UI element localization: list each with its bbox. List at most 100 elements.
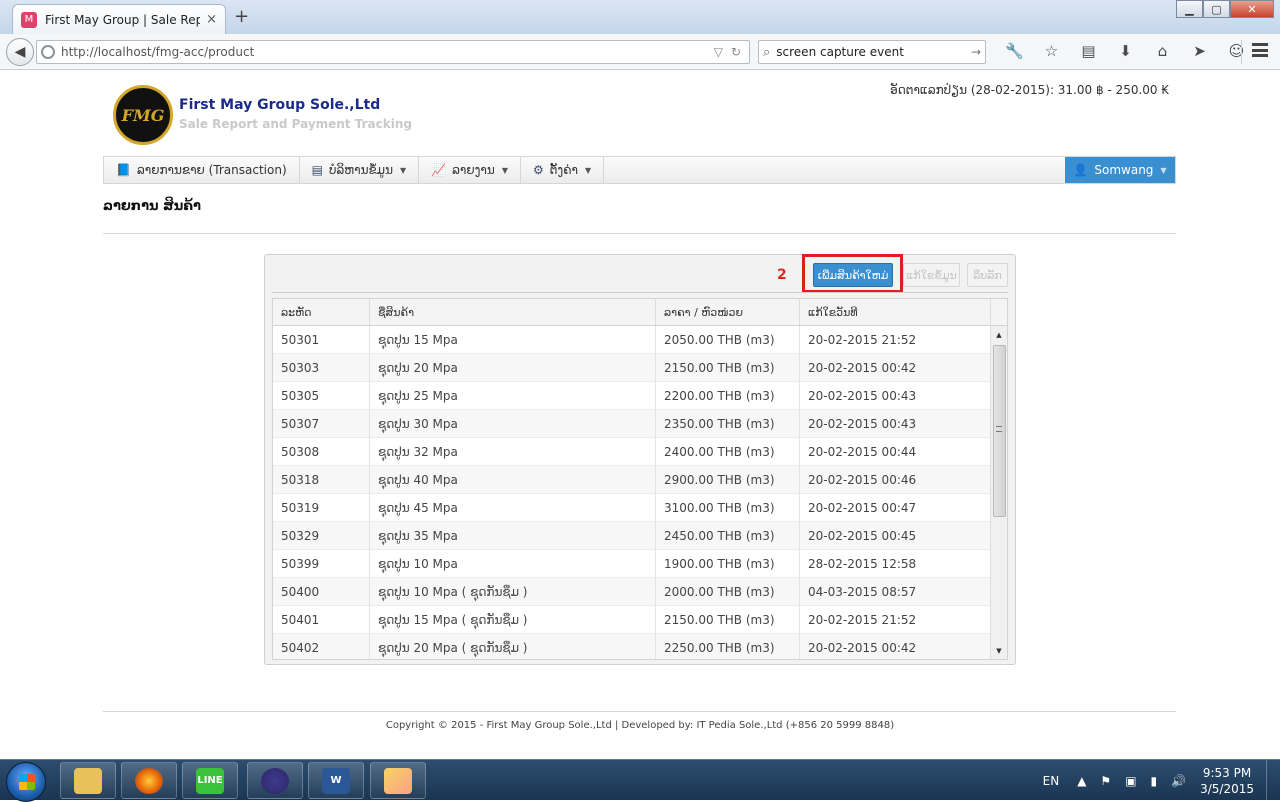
search-input[interactable]: screen capture event: [776, 45, 971, 59]
new-tab-button[interactable]: +: [234, 6, 249, 27]
scroll-up-icon[interactable]: ▲: [991, 326, 1007, 343]
scroll-down-icon[interactable]: ▼: [991, 642, 1007, 659]
table-row[interactable]: 50319 ຊຸດປູນ 45 Mpa 3100.00 THB (m3) 20-02-…: [273, 494, 991, 522]
cell-name: ຊຸດປູນ 20 Mpa ( ຊຸດກັນຊຶມ ): [370, 634, 656, 659]
taskbar-firefox[interactable]: [121, 762, 177, 799]
minimize-button[interactable]: ▁: [1176, 0, 1203, 18]
table-row[interactable]: 50307 ຊຸດປູນ 30 Mpa 2350.00 THB (m3) 20-02-…: [273, 410, 991, 438]
table-row[interactable]: 50402 ຊຸດປູນ 20 Mpa ( ຊຸດກັນຊຶມ ) 2250.00 …: [273, 634, 991, 659]
vertical-scrollbar[interactable]: ▲ ▼: [990, 326, 1007, 659]
network-warning-icon[interactable]: ⚑: [1100, 774, 1111, 788]
show-desktop-button[interactable]: [1266, 760, 1280, 801]
chart-icon: 📈: [431, 163, 447, 177]
url-bar[interactable]: http://localhost/fmg-acc/product ▽ ↻: [36, 40, 750, 64]
table-row[interactable]: 50329 ຊຸດປູນ 35 Mpa 2450.00 THB (m3) 20-02-…: [273, 522, 991, 550]
table-row[interactable]: 50400 ຊຸດປູນ 10 Mpa ( ຊຸດກັນຊຶມ ) 2000.00 …: [273, 578, 991, 606]
bookmark-star-icon[interactable]: ☆: [1033, 42, 1070, 60]
company-tagline: Sale Report and Payment Tracking: [179, 117, 412, 131]
company-name: First May Group Sole.,Ltd: [179, 97, 381, 113]
browser-tab[interactable]: M First May Group | Sale Rep... ×: [12, 4, 226, 34]
cell-code: 50307: [273, 410, 370, 437]
column-header-updated[interactable]: ແກ້ໃຂວັນທີ: [800, 299, 991, 325]
table-row[interactable]: 50305 ຊຸດປູນ 25 Mpa 2200.00 THB (m3) 20-02-…: [273, 382, 991, 410]
nav-item-data-management[interactable]: ▤ ບໍລິຫານຂໍ້ມູນ ▼: [300, 157, 420, 183]
window-controls: ▁ ▢ ✕: [1176, 0, 1274, 18]
cell-updated: 20-02-2015 00:43: [808, 388, 917, 403]
cell-code: 50308: [273, 438, 370, 465]
search-bar[interactable]: ⌕ screen capture event →: [758, 40, 986, 64]
chat-icon[interactable]: ☺: [1218, 42, 1255, 60]
maximize-button[interactable]: ▢: [1203, 0, 1230, 18]
product-table: ລະຫັດ ຊື່ສິນຄ້າ ລາຄາ / ຫົວໜ່ວຍ ແກ້ໃຂວັນທ…: [272, 298, 1008, 660]
user-menu-button[interactable]: 👤 Somwang ▼: [1065, 157, 1175, 183]
nav-label: ລາຍງານ: [452, 163, 495, 177]
start-button[interactable]: [6, 762, 46, 802]
browser-toolbar-icons: 🔧 ☆ ▤ ⬇ ⌂ ➤ ☺: [996, 42, 1255, 60]
folder-icon: [74, 767, 102, 794]
delete-product-button[interactable]: ລຶບລັກ: [967, 263, 1008, 287]
line-icon: LINE: [196, 767, 224, 794]
tray-expand-icon[interactable]: ▲: [1077, 774, 1086, 788]
taskbar-line[interactable]: LINE: [182, 762, 238, 799]
table-row[interactable]: 50401 ຊຸດປູນ 15 Mpa ( ຊຸດກັນຊຶມ ) 2150.00 …: [273, 606, 991, 634]
clock[interactable]: 9:53 PM 3/5/2015: [1200, 765, 1254, 797]
taskbar-file-explorer[interactable]: [60, 762, 116, 799]
column-header-name[interactable]: ຊື່ສິນຄ້າ: [370, 299, 656, 325]
table-row[interactable]: 50301 ຊຸດປູນ 15 Mpa 2050.00 THB (m3) 20-02-…: [273, 326, 991, 354]
cell-name: ຊຸດປູນ 10 Mpa: [370, 550, 656, 577]
tab-close-icon[interactable]: ×: [206, 12, 217, 27]
cell-code: 50319: [273, 494, 370, 521]
nav-item-transaction[interactable]: 📘 ລາຍການຂາຍ (Transaction): [104, 157, 300, 183]
bookmarks-list-icon[interactable]: ▤: [1070, 42, 1107, 60]
add-product-button[interactable]: ເພີ່ມສິນຄ້າໃຫມ່: [813, 263, 893, 287]
url-text[interactable]: http://localhost/fmg-acc/product: [61, 45, 714, 59]
close-window-button[interactable]: ✕: [1230, 0, 1274, 18]
signal-icon[interactable]: ▮: [1151, 774, 1158, 788]
browser-titlebar: M First May Group | Sale Rep... × + ▁ ▢ …: [0, 0, 1280, 34]
scroll-grip-icon: [996, 426, 1002, 432]
column-header-code[interactable]: ລະຫັດ: [273, 299, 370, 325]
language-indicator[interactable]: EN: [1043, 774, 1060, 788]
step-annotation: 2: [777, 267, 787, 283]
search-go-icon[interactable]: →: [971, 45, 981, 59]
battery-warning-icon[interactable]: ▣: [1125, 774, 1136, 788]
table-row[interactable]: 50318 ຊຸດປູນ 40 Mpa 2900.00 THB (m3) 20-02-…: [273, 466, 991, 494]
table-row[interactable]: 50399 ຊຸດປູນ 10 Mpa 1900.00 THB (m3) 28-02-…: [273, 550, 991, 578]
table-row[interactable]: 50308 ຊຸດປູນ 32 Mpa 2400.00 THB (m3) 20-02-…: [273, 438, 991, 466]
home-icon[interactable]: ⌂: [1144, 42, 1181, 60]
taskbar-word[interactable]: W: [308, 762, 364, 799]
table-body: 50301 ຊຸດປູນ 15 Mpa 2050.00 THB (m3) 20-02-…: [273, 326, 991, 659]
cell-updated: 20-02-2015 00:45: [808, 528, 917, 543]
reload-icon[interactable]: ↻: [731, 45, 741, 59]
tab-title: First May Group | Sale Rep...: [45, 12, 201, 27]
product-panel: 2 ເພີ່ມສິນຄ້າໃຫມ່ ແກ້ໃຂຂໍ້ມູນ ລຶບລັກ ລະຫ…: [264, 254, 1016, 665]
book-icon: 📘: [116, 163, 131, 177]
page-title: ລາຍການ ສິນຄ້າ: [103, 199, 201, 214]
taskbar-eclipse[interactable]: [247, 762, 303, 799]
cell-price: 2050.00 THB (m3): [656, 326, 800, 353]
cell-code: 50399: [273, 550, 370, 577]
table-row[interactable]: 50303 ຊຸດປູນ 20 Mpa 2150.00 THB (m3) 20-02-…: [273, 354, 991, 382]
nav-item-settings[interactable]: ⚙ ຕັ້ງຄ່າ ▼: [521, 157, 605, 183]
cell-price: 1900.00 THB (m3): [656, 550, 800, 577]
divider: [103, 711, 1176, 712]
cell-code: 50305: [273, 382, 370, 409]
paint-icon: [384, 767, 412, 794]
search-icon: ⌕: [763, 44, 771, 60]
gear-icon: ⚙: [532, 163, 544, 177]
wrench-icon[interactable]: 🔧: [996, 42, 1033, 60]
column-header-price[interactable]: ລາຄາ / ຫົວໜ່ວຍ: [656, 299, 800, 325]
cell-name: ຊຸດປູນ 35 Mpa: [370, 522, 656, 549]
dropdown-arrow-icon[interactable]: ▽: [714, 45, 723, 59]
browser-navbar: ◀ http://localhost/fmg-acc/product ▽ ↻ ⌕…: [0, 34, 1280, 70]
company-logo[interactable]: FMG: [113, 85, 173, 145]
send-icon[interactable]: ➤: [1181, 42, 1218, 60]
hamburger-menu-icon[interactable]: [1252, 43, 1268, 57]
back-button[interactable]: ◀: [6, 38, 34, 66]
clock-time: 9:53 PM: [1202, 765, 1252, 780]
taskbar-paint[interactable]: [370, 762, 426, 799]
download-icon[interactable]: ⬇: [1107, 42, 1144, 60]
edit-product-button[interactable]: ແກ້ໃຂຂໍ້ມູນ: [903, 263, 960, 287]
volume-icon[interactable]: 🔊: [1171, 774, 1186, 788]
nav-item-reports[interactable]: 📈 ລາຍງານ ▼: [419, 157, 521, 183]
